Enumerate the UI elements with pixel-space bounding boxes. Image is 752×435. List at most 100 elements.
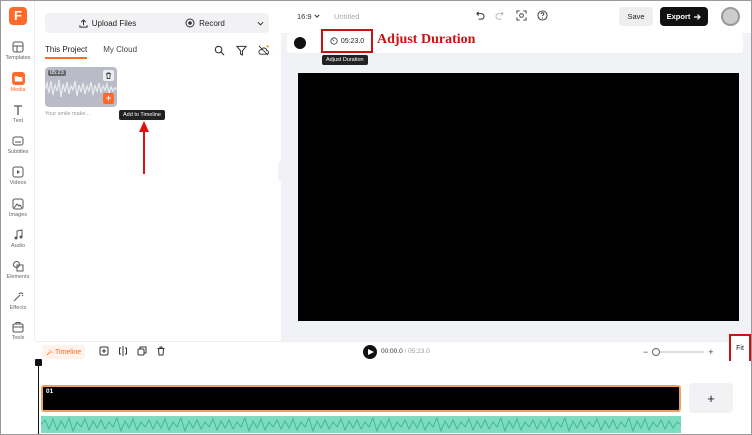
record-dropdown[interactable] <box>251 13 269 33</box>
upload-icon <box>79 18 88 28</box>
app-logo: F <box>9 7 27 25</box>
clock-icon <box>330 37 338 45</box>
timeline-toolbar: Timeline 00:00.0 / 05:23.0 − + Fit <box>35 334 751 363</box>
rail-label: Text <box>12 118 24 124</box>
record-label: Record <box>199 18 225 28</box>
rail-label: Audio <box>10 243 26 249</box>
upload-main[interactable]: Upload Files <box>45 13 171 33</box>
rail-item-templates[interactable]: Templates <box>1 41 35 71</box>
redo-icon[interactable] <box>495 10 506 21</box>
images-icon <box>12 198 24 210</box>
timeline-label-text: Timeline <box>55 348 82 356</box>
screenshot-icon[interactable] <box>516 10 527 21</box>
editor-window: F Templates Media Text Subtitles Videos … <box>0 0 752 435</box>
playback-time: 00:00.0 / 05:23.0 <box>381 348 430 355</box>
record-icon <box>185 18 195 28</box>
audio-track[interactable] <box>41 416 681 433</box>
total-time: 05:23.0 <box>408 348 430 355</box>
rail-label: Templates <box>5 55 31 61</box>
canvas-control-bar: 05:23.0 Adjust Duration Adjust Duration <box>287 29 743 65</box>
rail-label: Tools <box>11 335 25 341</box>
search-icon[interactable] <box>214 45 225 56</box>
avatar[interactable] <box>721 7 740 26</box>
add-to-timeline-button[interactable]: + <box>103 93 114 104</box>
text-icon <box>14 105 22 115</box>
rail-label: Elements <box>6 274 30 280</box>
media-item-audio[interactable]: 05:23 + <box>45 67 117 107</box>
rail-item-audio[interactable]: Audio <box>1 229 35 259</box>
subtitles-icon <box>12 136 24 146</box>
video-canvas[interactable] <box>298 73 739 321</box>
media-icon <box>11 72 25 85</box>
chevron-down-icon <box>257 21 263 26</box>
zoom-in-button[interactable]: + <box>708 347 713 357</box>
audio-icon <box>14 229 23 240</box>
duplicate-icon[interactable] <box>137 346 147 356</box>
timeline-tools <box>99 346 166 356</box>
adjust-duration-tooltip: Adjust Duration <box>322 55 368 65</box>
save-button[interactable]: Save <box>619 7 653 26</box>
duration-value: 05:23.0 <box>340 37 365 45</box>
video-clip[interactable]: 01 <box>41 385 681 412</box>
rail-item-elements[interactable]: Elements <box>1 260 35 290</box>
audio-waveform-icon <box>41 416 681 433</box>
chevron-down-icon <box>314 14 320 18</box>
add-box-icon[interactable] <box>99 346 109 356</box>
add-to-timeline-tooltip: Add to Timeline <box>119 110 165 120</box>
zoom-slider-handle[interactable] <box>652 348 661 356</box>
play-button[interactable] <box>363 345 377 359</box>
templates-icon <box>12 41 24 53</box>
left-rail: F Templates Media Text Subtitles Videos … <box>1 1 35 341</box>
annotation-arrow-icon <box>139 121 149 174</box>
rail-label: Videos <box>9 180 27 186</box>
zoom-out-button[interactable]: − <box>643 347 648 357</box>
rail-item-effects[interactable]: Effects <box>1 291 35 321</box>
undo-icon[interactable] <box>474 10 485 21</box>
project-title[interactable]: Untitled <box>334 12 359 21</box>
rail-item-text[interactable]: Text <box>1 104 35 134</box>
rail-item-videos[interactable]: Videos <box>1 166 35 196</box>
tab-this-project[interactable]: This Project <box>45 45 88 59</box>
timeline-icon <box>46 349 53 355</box>
aspect-ratio-select[interactable]: 16:9 <box>297 12 320 21</box>
clip-number: 01 <box>46 388 54 395</box>
split-icon[interactable] <box>118 346 128 356</box>
rail-item-subtitles[interactable]: Subtitles <box>1 135 35 165</box>
playhead[interactable] <box>35 359 42 434</box>
delete-media-button[interactable] <box>103 70 114 81</box>
background-color-button[interactable] <box>294 37 306 49</box>
panel-tabs: This Project My Cloud <box>45 45 137 59</box>
upload-label: Upload Files <box>91 18 137 28</box>
rail-label: Effects <box>9 305 27 311</box>
record-button[interactable]: Record <box>159 13 269 33</box>
current-time: 00:00.0 <box>381 348 403 355</box>
media-panel: Upload Files Record This Project My Clou… <box>35 1 281 341</box>
aspect-ratio-value: 16:9 <box>297 12 312 21</box>
rail-label: Subtitles <box>7 149 29 155</box>
filter-icon[interactable] <box>236 45 247 56</box>
rail-item-tools[interactable]: Tools <box>1 321 35 351</box>
rail-label: Media <box>10 87 26 93</box>
help-icon[interactable] <box>537 10 548 21</box>
timeline-tracks: 01 + <box>35 359 751 434</box>
zoom-slider[interactable] <box>652 348 705 356</box>
timeline-label: Timeline <box>42 345 86 359</box>
rail-item-media[interactable]: Media <box>1 72 35 102</box>
videos-icon <box>12 166 24 178</box>
cloud-off-icon[interactable] <box>258 45 269 56</box>
trash-icon[interactable] <box>156 346 166 356</box>
effects-icon <box>13 292 24 302</box>
record-main[interactable]: Record <box>159 13 251 33</box>
adjust-duration-button[interactable]: 05:23.0 <box>321 29 373 53</box>
zoom-control: − + <box>643 347 714 357</box>
history-tools <box>474 10 548 21</box>
add-track-button[interactable]: + <box>689 383 733 413</box>
rail-item-images[interactable]: Images <box>1 198 35 228</box>
export-button[interactable]: Export <box>660 7 708 26</box>
fit-button[interactable]: Fit <box>729 334 751 363</box>
rail-label: Images <box>8 212 28 218</box>
media-name: Your smile make... <box>45 111 91 117</box>
elements-icon <box>13 261 24 272</box>
adjust-duration-annotation: Adjust Duration <box>377 32 476 47</box>
tab-my-cloud[interactable]: My Cloud <box>103 45 137 59</box>
